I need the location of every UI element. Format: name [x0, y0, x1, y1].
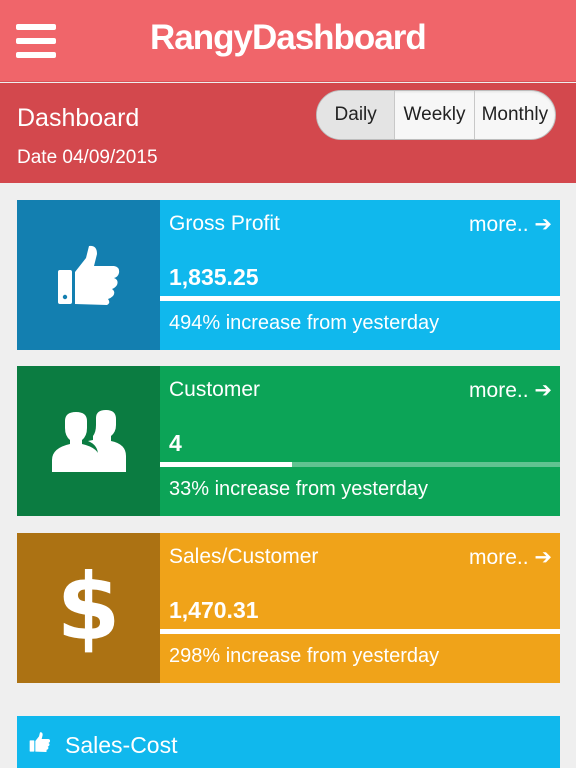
- dollar-icon: $: [56, 554, 121, 661]
- customer-icon-box: [17, 366, 160, 516]
- hamburger-line: [16, 52, 56, 58]
- top-app-bar: RangyDashboard: [0, 0, 576, 82]
- app-title: RangyDashboard: [150, 18, 427, 57]
- sales-per-customer-icon-box: $: [17, 533, 160, 683]
- customer-card: Customer more.. ➔ 4 33% increase from ye…: [17, 366, 560, 516]
- gross-profit-card: Gross Profit more.. ➔ 1,835.25 494% incr…: [17, 200, 560, 350]
- card-value: 4: [169, 430, 182, 456]
- dashboard-subheader: Dashboard Date 04/09/2015 Daily Weekly M…: [0, 83, 576, 183]
- more-link[interactable]: more.. ➔: [469, 545, 552, 570]
- card-value: 1,835.25: [169, 264, 259, 290]
- more-link[interactable]: more.. ➔: [469, 378, 552, 403]
- hamburger-line: [16, 24, 56, 30]
- card-description: 33% increase from yesterday: [169, 478, 429, 500]
- sales-per-customer-body: Sales/Customer more.. ➔ 1,470.31 298% in…: [160, 533, 560, 683]
- progress-track: [160, 462, 560, 467]
- gross-profit-icon-box: [17, 200, 160, 350]
- gross-profit-body: Gross Profit more.. ➔ 1,835.25 494% incr…: [160, 200, 560, 350]
- hamburger-line: [16, 38, 56, 44]
- card-description: 494% increase from yesterday: [169, 312, 440, 334]
- more-link[interactable]: more.. ➔: [469, 212, 552, 237]
- progress-fill: [160, 629, 560, 634]
- sales-per-customer-card: $ Sales/Customer more.. ➔ 1,470.31 298% …: [17, 533, 560, 683]
- card-label: Gross Profit: [169, 212, 280, 235]
- hamburger-menu-icon[interactable]: [16, 24, 56, 58]
- card-label: Customer: [169, 378, 261, 401]
- progress-track: [160, 296, 560, 301]
- progress-fill: [160, 462, 292, 467]
- card-value: 1,470.31: [169, 597, 259, 623]
- page-title: Dashboard: [17, 104, 140, 132]
- thumbs-up-icon: [57, 245, 119, 305]
- period-daily-button[interactable]: Daily: [317, 91, 395, 139]
- period-monthly-button[interactable]: Monthly: [473, 91, 555, 139]
- progress-fill: [160, 296, 560, 301]
- card-label: Sales/Customer: [169, 545, 319, 568]
- thumbs-up-icon: [29, 732, 51, 752]
- period-weekly-button[interactable]: Weekly: [394, 91, 473, 139]
- panel-title: Sales-Cost: [65, 732, 178, 758]
- report-date: Date 04/09/2015: [17, 147, 158, 168]
- card-description: 298% increase from yesterday: [169, 645, 440, 667]
- sales-cost-panel[interactable]: Sales-Cost: [17, 716, 560, 768]
- customer-body: Customer more.. ➔ 4 33% increase from ye…: [160, 366, 560, 516]
- users-icon: [51, 410, 126, 472]
- progress-track: [160, 629, 560, 634]
- period-segmented-control: Daily Weekly Monthly: [316, 90, 556, 140]
